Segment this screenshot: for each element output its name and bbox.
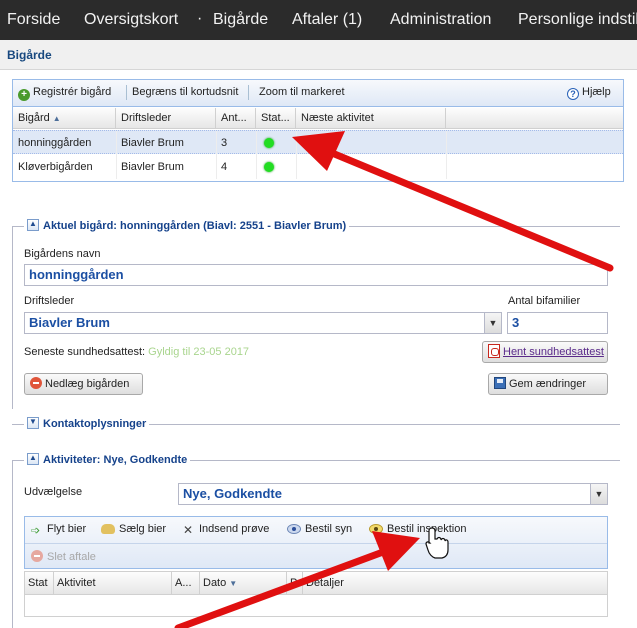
toolbar-divider (126, 85, 127, 100)
selection-label: Udvælgelse (24, 486, 83, 498)
column-header-bigaard[interactable]: Bigård ▲ (13, 108, 116, 129)
health-certificate-status: Seneste sundhedsattest: Gyldig til 23-05… (24, 346, 249, 358)
activities-toolbar-row2: Slet aftale (25, 543, 607, 569)
nav-item-bigaarde[interactable]: Bigårde (213, 11, 268, 29)
antal-bifamilier-label: Antal bifamilier (508, 295, 581, 307)
save-disk-icon (494, 377, 506, 389)
arrow-right-icon: ➩ (31, 525, 41, 537)
column-header-aktivitet[interactable]: Aktivitet (54, 572, 172, 594)
save-changes-button[interactable]: Gem ændringer (488, 373, 608, 395)
close-bigaard-button[interactable]: Nedlæg bigården (24, 373, 143, 395)
delete-icon (31, 550, 43, 562)
status-ok-icon (264, 162, 274, 172)
cell-driftsleder: Biavler Brum (121, 161, 184, 173)
column-header-antal[interactable]: Ant... (216, 108, 256, 129)
current-bigaard-title: Aktuel bigård: honninggården (Biavl: 255… (43, 220, 347, 232)
contact-title: Kontaktoplysninger (43, 418, 147, 430)
delete-appointment-button[interactable]: Slet aftale (31, 550, 96, 563)
fieldset-border (12, 226, 13, 409)
delete-icon (30, 377, 42, 389)
order-inspection-button[interactable]: Bestil inspektion (369, 523, 467, 535)
grid-header: Bigård ▲ Driftsleder Ant... Stat... Næste… (13, 108, 623, 129)
health-certificate-validity: Gyldig til 23-05 2017 (148, 346, 250, 358)
health-certificate-label: Seneste sundhedsattest: (24, 346, 146, 358)
move-bees-button[interactable]: ➩ Flyt bier (31, 523, 86, 537)
fieldset-border (12, 460, 13, 628)
activities-legend[interactable]: ▲ Aktiviteter: Nye, Godkendte (24, 453, 191, 467)
bigaard-name-label: Bigårdens navn (24, 248, 101, 260)
help-button[interactable]: ? Hjælp (567, 86, 611, 100)
column-header-status[interactable]: Stat... (256, 108, 296, 129)
antal-bifamilier-input[interactable]: 3 (507, 312, 608, 334)
eye-icon (287, 524, 301, 534)
cell-driftsleder: Biavler Brum (121, 137, 184, 149)
collapse-icon[interactable]: ▲ (27, 219, 39, 231)
collapse-icon[interactable]: ▲ (27, 453, 39, 465)
nav-item-aftaler[interactable]: Aftaler (1) (292, 11, 362, 29)
bigaard-name-input[interactable]: honninggården (24, 264, 608, 286)
expand-icon[interactable]: ▼ (27, 417, 39, 429)
nav-item-personlige-indstillinger[interactable]: Personlige indstil (518, 11, 637, 29)
sort-ascending-icon: ▲ (52, 114, 61, 123)
driftsleder-label: Driftsleder (24, 295, 75, 307)
breadcrumb: Bigårde (7, 48, 52, 62)
sample-icon: ✕ (183, 523, 194, 537)
column-divider (296, 131, 297, 155)
dropdown-chevron-icon[interactable]: ▼ (590, 484, 607, 504)
table-row[interactable]: Kløverbigården Biavler Brum 4 (13, 155, 623, 179)
register-bigaard-button[interactable]: + Registrér bigård (18, 86, 111, 101)
activities-title: Aktiviteter: Nye, Godkendte (43, 454, 188, 466)
current-bigaard-legend[interactable]: ▲ Aktuel bigård: honninggården (Biavl: 25… (24, 219, 350, 233)
column-divider (296, 155, 297, 179)
cell-antal: 3 (221, 137, 228, 149)
grid-toolbar: + Registrér bigård Begræns til kortudsnit… (13, 80, 623, 107)
help-icon: ? (567, 88, 579, 100)
bigaard-grid: + Registrér bigård Begræns til kortudsnit… (12, 79, 624, 182)
cell-antal: 4 (221, 161, 228, 173)
pdf-icon (488, 344, 500, 358)
column-header-stat[interactable]: Stat (25, 572, 54, 594)
limit-to-map-button[interactable]: Begræns til kortudsnit (132, 86, 238, 98)
status-ok-icon (264, 138, 274, 148)
column-divider (446, 155, 447, 179)
zoom-to-selected-button[interactable]: Zoom til markeret (259, 86, 345, 98)
toolbar-divider (248, 85, 249, 100)
nav-item-administration[interactable]: Administration (390, 11, 491, 29)
nav-separator: · (197, 10, 203, 27)
column-header-detaljer[interactable]: Detaljer (303, 572, 607, 594)
table-row[interactable]: honninggården Biavler Brum 3 (13, 130, 623, 155)
cell-bigaard: Kløverbigården (18, 161, 93, 173)
column-divider (256, 131, 257, 155)
activities-grid-body (24, 595, 608, 617)
column-header-p[interactable]: P (287, 572, 303, 594)
activities-grid-header: Stat Aktivitet A... Dato ▼ P Detaljer (24, 571, 608, 595)
column-header-dato[interactable]: Dato ▼ (200, 572, 287, 594)
sort-descending-icon: ▼ (229, 579, 238, 588)
column-divider (446, 131, 447, 155)
dropdown-chevron-icon[interactable]: ▼ (484, 313, 501, 333)
order-view-button[interactable]: Bestil syn (287, 523, 352, 535)
contact-legend[interactable]: ▼ Kontaktoplysninger (24, 417, 150, 431)
selection-select[interactable]: Nye, Godkendte ▼ (178, 483, 608, 505)
inspection-eye-icon (369, 524, 383, 534)
column-divider (256, 155, 257, 179)
column-header-driftsleder[interactable]: Driftsleder (116, 108, 216, 129)
sell-bees-button[interactable]: Sælg bier (101, 523, 166, 535)
nav-item-forside[interactable]: Forside (7, 11, 60, 29)
top-navigation: Forside Oversigtskort · Bigårde Aftaler … (0, 0, 637, 40)
driftsleder-select[interactable]: Biavler Brum ▼ (24, 312, 502, 334)
activities-toolbar: ➩ Flyt bier Sælg bier ✕ Indsend prøve Best… (24, 516, 608, 569)
add-icon: + (18, 89, 30, 101)
breadcrumb-bar: Bigårde (0, 40, 637, 70)
fetch-health-certificate-button[interactable]: Hent sundhedsattest (482, 341, 608, 363)
column-header-a[interactable]: A... (172, 572, 200, 594)
cell-bigaard: honninggården (18, 137, 92, 149)
hand-icon (101, 524, 115, 534)
nav-item-oversigtskort[interactable]: Oversigtskort (84, 11, 178, 29)
column-header-naeste-aktivitet[interactable]: Næste aktivitet (296, 108, 446, 129)
submit-sample-button[interactable]: ✕ Indsend prøve (183, 523, 269, 537)
